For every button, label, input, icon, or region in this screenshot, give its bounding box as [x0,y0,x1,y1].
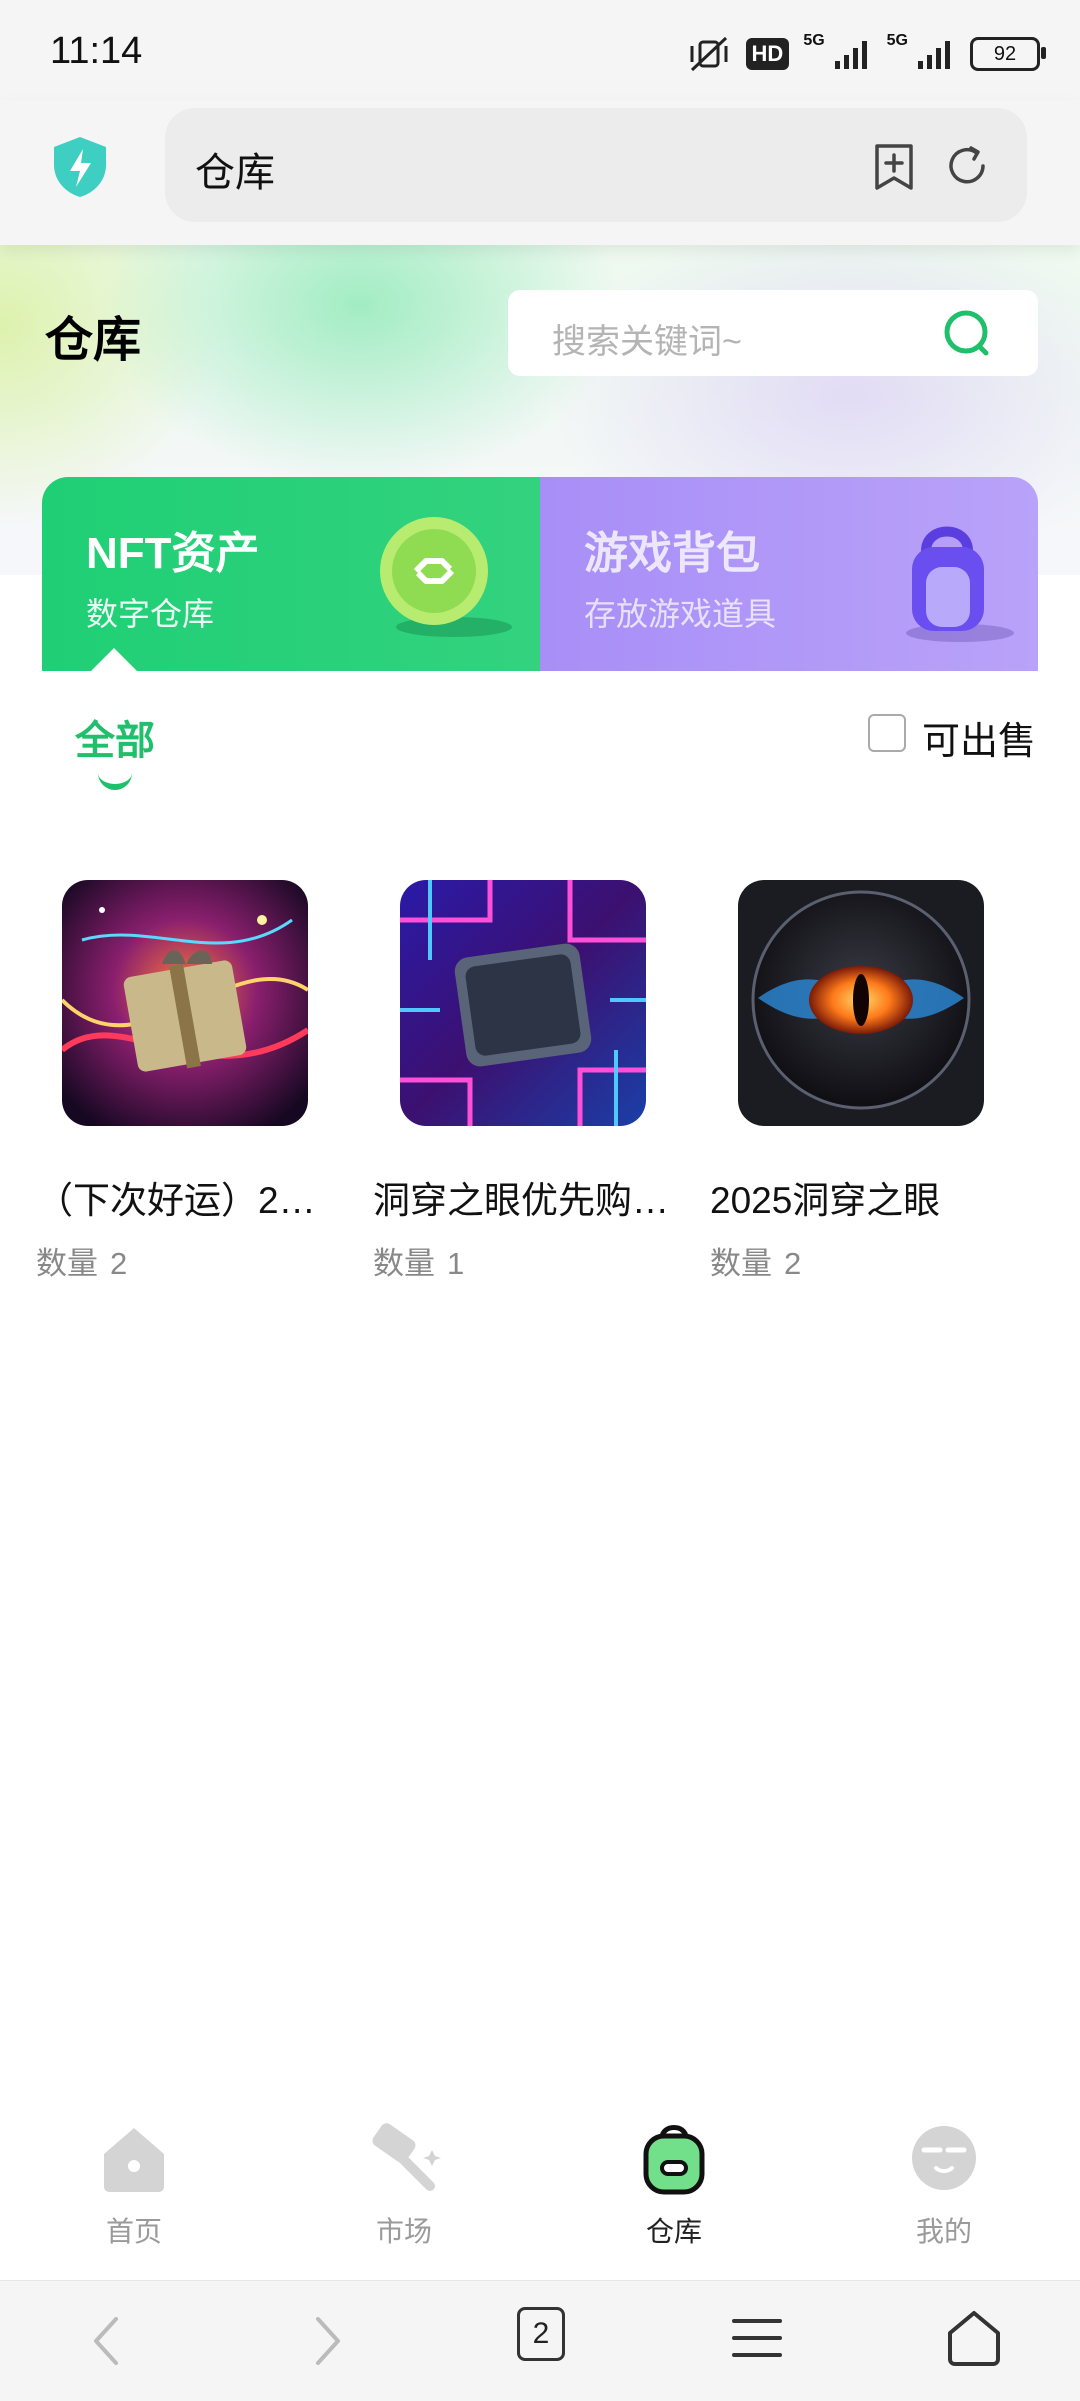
back-icon[interactable] [88,2313,124,2369]
battery-icon: 92 [970,37,1046,71]
mute-vibrate-icon [690,36,728,72]
menu-icon[interactable] [732,2313,782,2363]
game-backpack-card[interactable]: 游戏背包 存放游戏道具 [540,477,1038,671]
item-name: （下次好运）2025先锋礼盒 [36,1180,336,1221]
hammer-icon [372,2123,441,2191]
search-placeholder: 搜索关键词~ [552,323,742,361]
eye-orb-image [738,880,984,1126]
signal-icon [918,41,950,69]
shield-icon[interactable] [50,135,110,199]
nav-label: 市场 [375,2216,432,2247]
network-label-1: 5G [803,32,825,49]
quantity-label: 数量 [373,1246,435,1281]
quantity-value: 1 [447,1246,465,1281]
card-title: NFT资产 [86,529,260,578]
card-selected-pointer [90,648,138,672]
home-icon[interactable] [946,2309,1002,2367]
signal-icon [834,41,867,69]
refresh-icon[interactable] [943,142,991,190]
nav-label: 首页 [105,2216,162,2247]
status-time: 11:14 [50,30,143,72]
card-subtitle: 数字仓库 [86,596,215,632]
quantity-label: 数量 [710,1246,772,1281]
backpack-icon [906,526,1014,642]
nav-profile[interactable]: 我的 [844,2120,1044,2250]
item-thumbnail[interactable] [738,880,984,1126]
search-icon[interactable] [942,308,994,360]
tab-all[interactable]: 全部 [75,708,155,766]
browser-bottom-bar: 2 [0,2280,1080,2401]
nft-assets-card[interactable]: NFT资产 数字仓库 [42,477,540,671]
nav-label: 仓库 [645,2216,702,2247]
sellable-checkbox[interactable] [868,714,906,752]
hd-badge: HD [745,38,790,70]
home-icon [104,2128,164,2192]
tab-active-indicator [98,772,132,790]
sellable-label[interactable]: 可出售 [922,710,1036,765]
item-thumbnail[interactable] [62,880,308,1126]
battery-level: 92 [993,42,1017,65]
card-subtitle: 存放游戏道具 [584,596,777,632]
profile-icon [912,2126,976,2190]
item-quantity: 数量 2 [36,1238,127,1283]
forward-icon[interactable] [310,2313,346,2369]
quantity-value: 2 [110,1246,128,1281]
item-quantity: 数量 2 [710,1238,801,1283]
item-name: 洞穿之眼优先购资格 [373,1180,673,1221]
item-quantity: 数量 1 [373,1238,464,1283]
status-bar: 11:14 HD 5G 5G 92 [0,0,1080,100]
search-input[interactable]: 搜索关键词~ [508,290,1038,376]
nav-market[interactable]: 市场 [304,2120,504,2250]
bookmark-add-icon[interactable] [871,142,917,192]
nav-label: 我的 [915,2216,972,2247]
status-icons: HD 5G 5G 92 [686,32,1046,76]
tabs-button[interactable]: 2 [517,2307,565,2361]
nav-warehouse[interactable]: 仓库 [574,2120,774,2250]
network-label-2: 5G [886,32,908,49]
url-field[interactable]: 仓库 [165,108,1027,222]
gift-box-image [62,880,308,1126]
backpack-icon [643,2125,705,2195]
browser-url-bar: 仓库 [0,100,1080,245]
page-title: 仓库 [45,314,142,367]
quantity-value: 2 [784,1246,802,1281]
category-cards: NFT资产 数字仓库 游戏背包 存放游戏道具 [42,477,1038,671]
card-title: 游戏背包 [584,529,760,578]
quantity-label: 数量 [36,1246,98,1281]
url-title: 仓库 [195,151,275,195]
app-bottom-nav: 首页 市场 仓库 我的 [0,2090,1080,2280]
chip-image [400,880,646,1126]
nav-home[interactable]: 首页 [34,2120,234,2250]
item-name: 2025洞穿之眼 [710,1180,941,1221]
tab-count: 2 [532,2317,550,2350]
item-thumbnail[interactable] [400,880,646,1126]
nft-coin-icon [380,517,512,637]
